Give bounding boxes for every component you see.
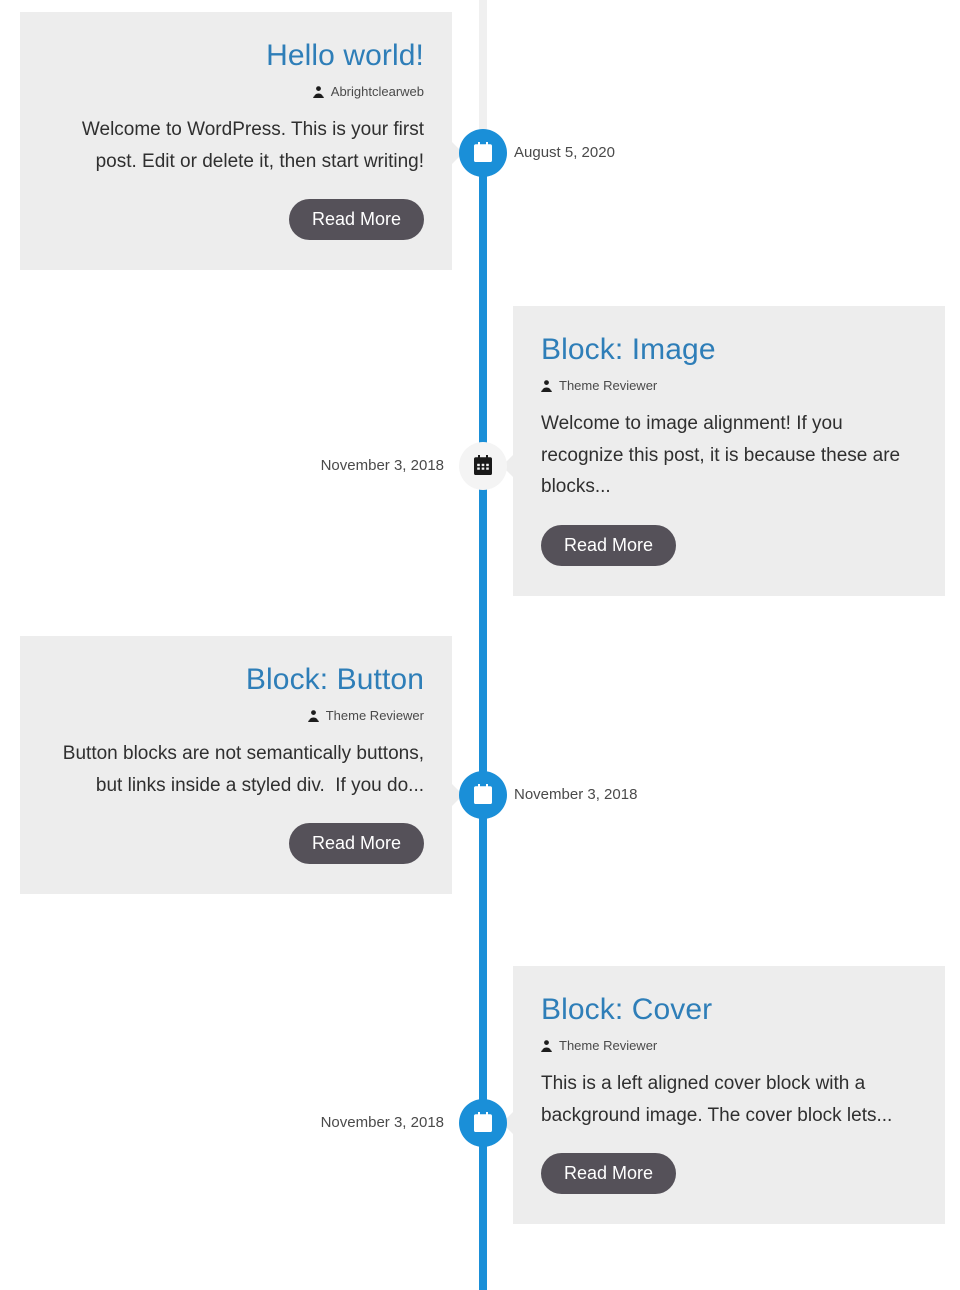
card-author-name: Theme Reviewer [559,378,658,393]
card-author-name: Abrightclearweb [330,84,424,99]
timeline-date: November 3, 2018 [514,786,638,803]
card-button-wrap: Read More [541,524,917,566]
timeline-date: November 3, 2018 [320,1114,444,1131]
card-author-name: Theme Reviewer [325,708,424,723]
card-author-meta: Abrightclearweb [48,85,424,98]
author-icon [312,85,324,98]
read-more-button[interactable]: Read More [541,1153,677,1195]
read-more-button[interactable]: Read More [288,823,424,865]
card-author-meta: Theme Reviewer [541,1039,917,1052]
card-excerpt: Welcome to WordPress. This is your first… [81,119,430,172]
calendar-icon [471,1111,495,1135]
timeline-marker-calendar[interactable] [459,1099,507,1147]
card-excerpt: This is a left aligned cover block with … [541,1073,893,1126]
card-excerpt: Welcome to image alignment! If you recog… [541,413,906,498]
card-author-meta: Theme Reviewer [541,379,917,392]
timeline: Hello world! Abrightclearweb Welcome to Wo… [0,0,960,1290]
timeline-card[interactable]: Block: Cover Theme Reviewer This is a left… [513,966,945,1225]
timeline-marker-calendar[interactable] [459,129,507,177]
timeline-date: August 5, 2020 [514,144,615,161]
card-title[interactable]: Hello world! [48,38,424,74]
read-more-button[interactable]: Read More [288,199,424,241]
author-icon [541,379,552,392]
timeline-card[interactable]: Block: Image Theme Reviewer Welcome to ima… [513,306,945,596]
card-title[interactable]: Block: Cover [541,992,917,1028]
timeline-date: November 3, 2018 [320,457,444,474]
calendar-icon [471,783,495,807]
author-icon [307,709,319,722]
timeline-card[interactable]: Hello world! Abrightclearweb Welcome to Wo… [20,12,452,271]
card-title[interactable]: Block: Image [541,332,917,368]
card-author-meta: Theme Reviewer [48,709,424,722]
read-more-button[interactable]: Read More [541,524,677,566]
timeline-marker-calendar[interactable] [459,442,507,490]
calendar-icon [471,141,495,165]
timeline-marker-calendar[interactable] [459,771,507,819]
card-title[interactable]: Block: Button [48,662,424,698]
card-excerpt: Button blocks are not semantically butto… [62,743,430,796]
card-author-name: Theme Reviewer [559,1038,658,1053]
card-button-wrap: Read More [48,823,424,865]
timeline-card[interactable]: Block: Button Theme Reviewer Button blocks… [20,636,452,895]
card-button-wrap: Read More [541,1153,917,1195]
calendar-icon [471,454,495,478]
author-icon [541,1039,552,1052]
card-button-wrap: Read More [48,199,424,241]
